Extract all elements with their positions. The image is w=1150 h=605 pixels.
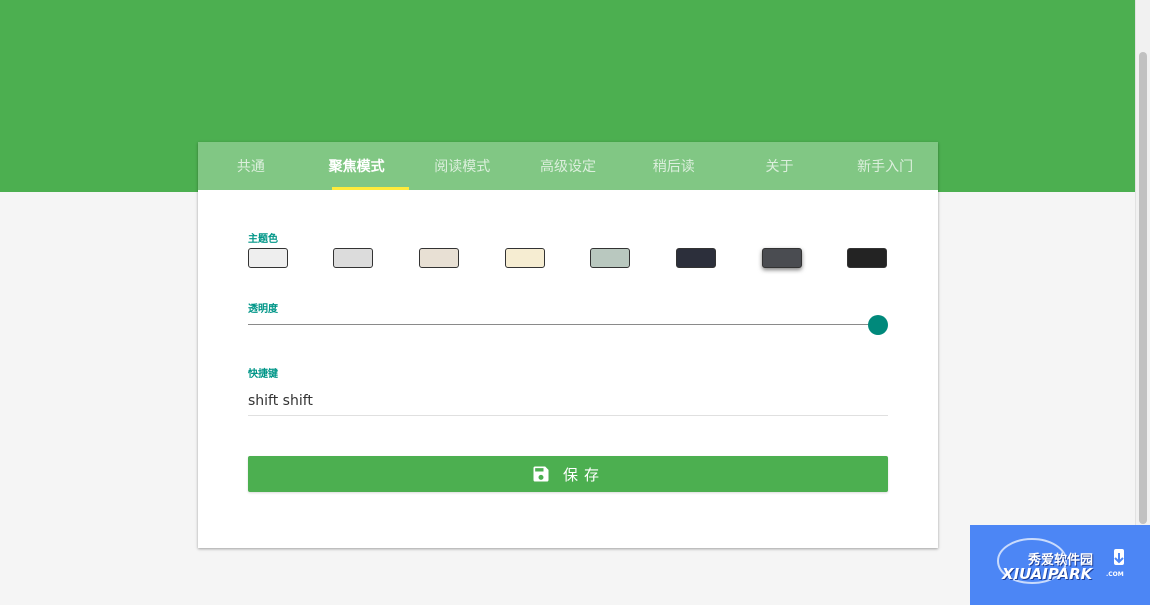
settings-card: 共通 聚焦模式 阅读模式 高级设定 稍后读 关于 新手入门 主题色 透明度 快捷… (198, 142, 938, 548)
theme-swatch-2[interactable] (333, 248, 373, 268)
shortcut-input[interactable] (248, 386, 888, 416)
scrollbar-thumb[interactable] (1139, 52, 1147, 524)
theme-swatch-1[interactable] (248, 248, 288, 268)
watermark-suffix: .COM (1106, 571, 1124, 578)
opacity-slider-thumb[interactable] (868, 315, 888, 335)
tab-reading-mode[interactable]: 阅读模式 (409, 142, 515, 190)
theme-swatch-3[interactable] (419, 248, 459, 268)
theme-swatch-5[interactable] (590, 248, 630, 268)
theme-swatch-4[interactable] (505, 248, 545, 268)
tab-bar: 共通 聚焦模式 阅读模式 高级设定 稍后读 关于 新手入门 (198, 142, 938, 190)
opacity-label: 透明度 (248, 304, 278, 315)
tab-getting-started[interactable]: 新手入门 (832, 142, 938, 190)
tab-about[interactable]: 关于 (727, 142, 833, 190)
save-button-label: 保存 (562, 465, 605, 484)
floppy-disk-icon (531, 464, 551, 484)
tab-read-later[interactable]: 稍后读 (621, 142, 727, 190)
tab-advanced[interactable]: 高级设定 (515, 142, 621, 190)
theme-swatch-6[interactable] (676, 248, 716, 268)
tab-common[interactable]: 共通 (198, 142, 304, 190)
theme-swatch-7[interactable] (762, 248, 802, 268)
shortcut-label: 快捷键 (248, 369, 278, 380)
opacity-slider-track[interactable] (248, 324, 878, 325)
page: 共通 聚焦模式 阅读模式 高级设定 稍后读 关于 新手入门 主题色 透明度 快捷… (0, 0, 1150, 605)
theme-swatch-8[interactable] (847, 248, 887, 268)
save-button[interactable]: 保存 (248, 456, 888, 492)
theme-color-label: 主题色 (248, 234, 278, 245)
tab-focus-mode[interactable]: 聚焦模式 (304, 142, 410, 190)
watermark-brand: XIUAIPARK (1002, 565, 1093, 583)
